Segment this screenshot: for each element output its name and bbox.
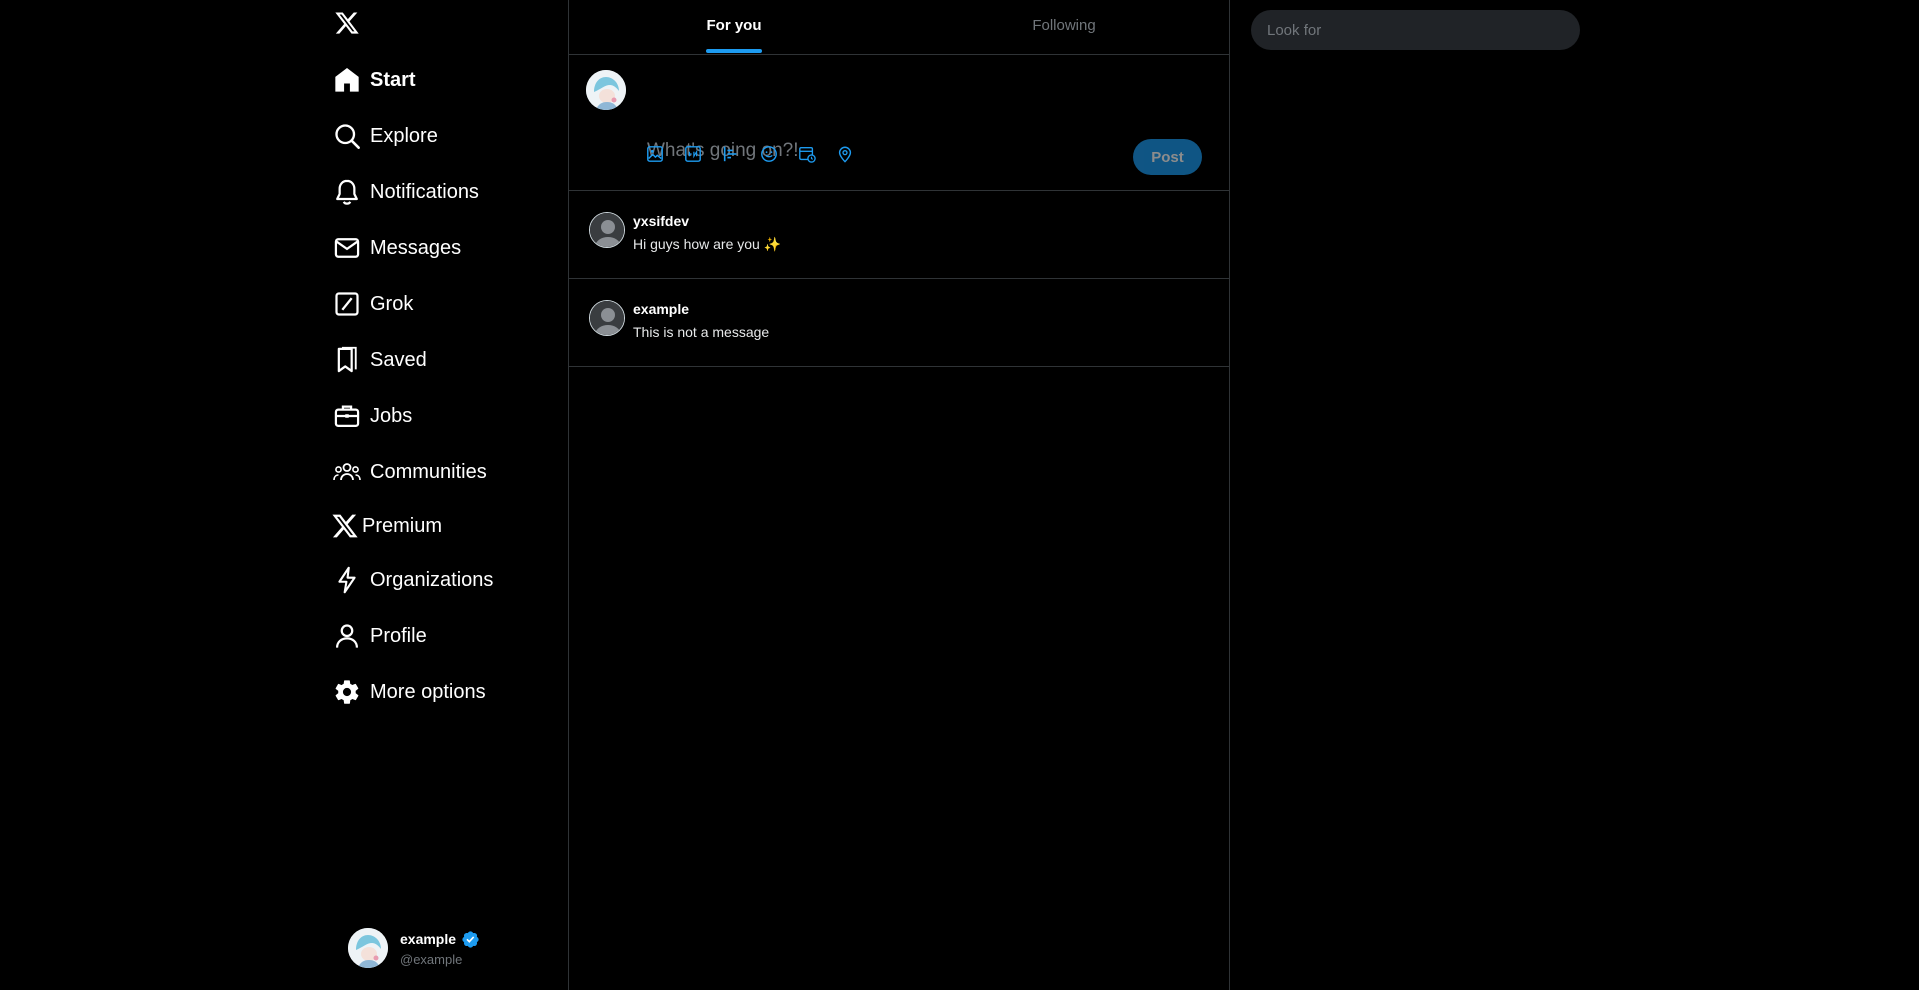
post-text: This is not a message [633, 324, 770, 340]
home-icon [332, 65, 362, 95]
image-icon[interactable] [645, 144, 665, 164]
account-name: example [400, 931, 457, 947]
search-icon [332, 121, 362, 151]
account-handle: @example [400, 951, 463, 967]
sidebar-item-label: Start [370, 68, 416, 91]
sidebar-item-profile[interactable]: Profile [332, 616, 427, 656]
composer-toolbar [645, 144, 873, 164]
location-icon[interactable] [835, 144, 855, 164]
avatar [586, 70, 626, 110]
mail-icon [332, 233, 362, 263]
sidebar-item-label: Premium [362, 514, 443, 537]
sidebar-item-label: Explore [370, 124, 438, 147]
tab-for-you[interactable]: For you [569, 0, 899, 54]
sidebar-item-label: Profile [370, 624, 427, 647]
x-logo-icon [330, 511, 360, 541]
post-button[interactable]: Post [1133, 139, 1202, 175]
sidebar-item-label: Notifications [370, 180, 479, 203]
sidebar-item-label: Jobs [370, 404, 413, 427]
sidebar: Start Explore Notifications Messages Gro… [0, 0, 569, 990]
sidebar-item-start[interactable]: Start [332, 60, 416, 100]
tab-following[interactable]: Following [899, 0, 1229, 54]
sidebar-item-grok[interactable]: Grok [332, 284, 413, 324]
sidebar-item-saved[interactable]: Saved [332, 340, 427, 380]
sidebar-item-label: More options [370, 680, 486, 703]
sidebar-item-explore[interactable]: Explore [332, 116, 438, 156]
people-icon [332, 457, 362, 487]
lightning-icon [332, 565, 362, 595]
briefcase-icon [332, 401, 362, 431]
sidebar-item-label: Messages [370, 236, 462, 259]
sidebar-item-jobs[interactable]: Jobs [332, 396, 412, 436]
default-avatar-icon [589, 212, 625, 248]
search-bar [1251, 10, 1580, 50]
post-author[interactable]: yxsifdev [633, 213, 689, 229]
timeline-tabs: For you Following [569, 0, 1229, 55]
list-item[interactable]: yxsifdev Hi guys how are you ✨ [569, 191, 1229, 279]
x-logo-icon[interactable] [332, 8, 362, 38]
sidebar-item-notifications[interactable]: Notifications [332, 172, 479, 212]
main-timeline: For you Following What's going on?! Post… [569, 0, 1230, 990]
schedule-icon[interactable] [797, 144, 817, 164]
sidebar-item-more-options[interactable]: More options [332, 672, 486, 712]
emoji-icon[interactable] [759, 144, 779, 164]
sidebar-item-premium[interactable]: Premium [330, 506, 442, 546]
default-avatar-icon [589, 300, 625, 336]
post-text: Hi guys how are you ✨ [633, 236, 782, 252]
post-composer: Post [569, 55, 1229, 191]
sidebar-item-label: Grok [370, 292, 414, 315]
account-name-row: example [400, 930, 480, 949]
gif-icon[interactable] [683, 144, 703, 164]
account-switcher[interactable]: example @example [348, 928, 480, 968]
search-input[interactable] [1251, 10, 1580, 50]
grok-icon [332, 289, 362, 319]
sidebar-item-organizations[interactable]: Organizations [332, 560, 493, 600]
sidebar-item-label: Communities [370, 460, 487, 483]
sidebar-item-messages[interactable]: Messages [332, 228, 461, 268]
poll-icon[interactable] [721, 144, 741, 164]
person-icon [332, 621, 362, 651]
bookmark-icon [332, 345, 362, 375]
account-info: example @example [400, 930, 480, 967]
active-tab-indicator [706, 49, 762, 53]
sidebar-item-label: Saved [370, 348, 427, 371]
tab-label: Following [1032, 17, 1096, 34]
verified-badge-icon [462, 930, 479, 948]
bell-icon [332, 177, 362, 207]
gear-icon [332, 677, 362, 707]
avatar [348, 928, 388, 968]
post-author[interactable]: example [633, 301, 689, 317]
sidebar-item-label: Organizations [370, 568, 494, 591]
list-item[interactable]: example This is not a message [569, 279, 1229, 367]
sidebar-item-communities[interactable]: Communities [332, 452, 487, 492]
